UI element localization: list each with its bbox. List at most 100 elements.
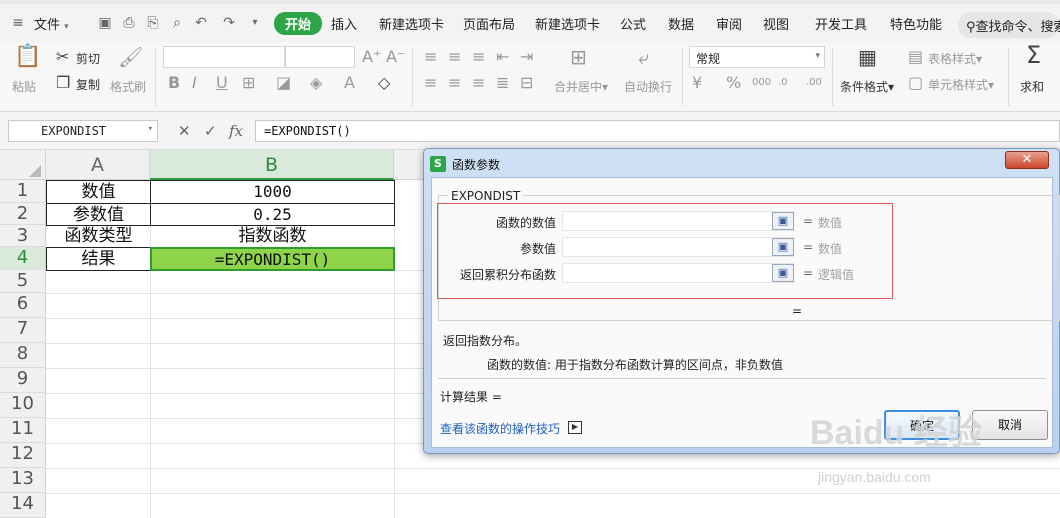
eraser-icon[interactable]: ◇	[378, 74, 390, 92]
increase-decimal-icon[interactable]: .0	[778, 74, 788, 92]
justify-icon[interactable]: ≣	[496, 74, 509, 92]
arg-input-lambda[interactable]	[562, 237, 794, 257]
wrap-text-button[interactable]: 自动换行	[624, 78, 672, 95]
tab-view[interactable]: 视图	[763, 14, 789, 33]
row-header[interactable]: 7	[0, 318, 46, 343]
range-select-button[interactable]: ▣	[772, 212, 794, 230]
cell-style-icon[interactable]: ▢	[908, 74, 923, 92]
cell-a4[interactable]: 结果	[46, 247, 151, 271]
search-box[interactable]: ⚲查找命令、搜索	[958, 12, 1060, 38]
thousands-icon[interactable]: 000	[752, 74, 771, 92]
video-tip-icon[interactable]: ▶	[568, 421, 582, 434]
align-middle-icon[interactable]: ≡	[448, 48, 461, 66]
table-style-button[interactable]: 表格样式▾	[928, 50, 982, 67]
font-grow-icon[interactable]: A⁺	[362, 48, 381, 66]
cell-a2[interactable]: 参数值	[46, 203, 151, 226]
redo-icon[interactable]: ↷	[221, 15, 237, 31]
function-help-link[interactable]: 查看该函数的操作技巧	[440, 420, 560, 437]
merge-center-icon[interactable]: ⊞	[570, 47, 587, 67]
dialog-titlebar[interactable]: S 函数参数 ✕	[424, 149, 1059, 175]
menu-icon[interactable]: ≡	[10, 15, 26, 31]
tab-page-layout[interactable]: 页面布局	[463, 14, 515, 33]
formula-input[interactable]: =EXPONDIST()	[255, 120, 1060, 142]
number-format-select[interactable]: 常规 ▾	[689, 46, 825, 68]
row-header[interactable]: 13	[0, 468, 46, 493]
conditional-format-icon[interactable]: ▦	[858, 47, 877, 67]
align-bottom-icon[interactable]: ≡	[472, 48, 485, 66]
font-shrink-icon[interactable]: A⁻	[386, 48, 405, 66]
row-header[interactable]: 3	[0, 225, 46, 247]
tab-review[interactable]: 审阅	[716, 14, 742, 33]
align-top-icon[interactable]: ≡	[424, 48, 437, 66]
copy-icon[interactable]: ❐	[56, 74, 70, 92]
row-header[interactable]: 5	[0, 270, 46, 293]
arg-input-number[interactable]	[562, 211, 794, 231]
font-color-icon[interactable]: A	[344, 74, 355, 92]
tab-home[interactable]: 开始	[274, 12, 323, 35]
decrease-decimal-icon[interactable]: .00	[806, 74, 822, 92]
sum-button[interactable]: 求和	[1020, 78, 1044, 95]
border-icon[interactable]: ⊞	[242, 74, 255, 92]
sum-icon[interactable]: Σ	[1026, 43, 1041, 67]
customize-dropdown-icon[interactable]: ▾	[247, 15, 263, 31]
wrap-text-icon[interactable]: ⤶	[638, 47, 649, 67]
row-header[interactable]: 1	[0, 180, 46, 203]
row-header[interactable]: 6	[0, 293, 46, 318]
align-left-icon[interactable]: ≡	[424, 74, 437, 92]
tab-special[interactable]: 特色功能	[890, 14, 942, 33]
format-painter-button[interactable]: 格式刷	[110, 78, 146, 95]
select-all-corner[interactable]	[0, 150, 46, 180]
name-box[interactable]: EXPONDIST ▾	[8, 120, 158, 142]
paste-button[interactable]: 粘贴	[12, 78, 36, 95]
tab-developer[interactable]: 开发工具	[815, 14, 867, 33]
highlight-icon[interactable]: ◈	[310, 74, 322, 92]
tab-insert[interactable]: 插入	[331, 14, 357, 33]
align-center-icon[interactable]: ≡	[448, 74, 461, 92]
table-style-icon[interactable]: ▤	[908, 48, 923, 66]
scissors-icon[interactable]: ✂	[56, 48, 69, 66]
column-header-b[interactable]: B	[150, 150, 394, 180]
print-preview-icon[interactable]: ⎙	[121, 15, 137, 31]
cell-a1[interactable]: 数值	[46, 180, 151, 204]
row-header[interactable]: 14	[0, 493, 46, 518]
chevron-down-icon[interactable]: ▾	[148, 124, 153, 134]
paste-icon[interactable]: 📋	[14, 46, 41, 68]
close-button[interactable]: ✕	[1005, 151, 1049, 169]
copy-button[interactable]: 复制	[76, 76, 100, 93]
cell-a3[interactable]: 函数类型	[46, 225, 151, 248]
cell-style-button[interactable]: 单元格样式▾	[928, 76, 994, 93]
range-select-button[interactable]: ▣	[772, 264, 794, 282]
preview-icon[interactable]: ⌕	[169, 15, 185, 31]
row-header[interactable]: 4	[0, 247, 46, 270]
cancel-button[interactable]: 取消	[972, 410, 1048, 440]
row-header[interactable]: 11	[0, 418, 46, 443]
align-right-icon[interactable]: ≡	[472, 74, 485, 92]
tab-formulas[interactable]: 公式	[620, 14, 646, 33]
cell-b4-active[interactable]: =EXPONDIST()	[150, 247, 395, 271]
distribute-icon[interactable]: ⊟	[520, 74, 533, 92]
file-menu[interactable]: 文件 ▾	[34, 14, 69, 33]
indent-decrease-icon[interactable]: ⇤	[496, 48, 509, 66]
conditional-format-button[interactable]: 条件格式▾	[840, 78, 894, 95]
range-select-button[interactable]: ▣	[772, 238, 794, 256]
confirm-icon[interactable]: ✓	[204, 122, 217, 140]
fill-icon[interactable]: ◪	[276, 74, 291, 92]
indent-increase-icon[interactable]: ⇥	[520, 48, 533, 66]
font-size-select[interactable]	[285, 46, 355, 68]
underline-icon[interactable]: U	[216, 74, 228, 92]
insert-function-button[interactable]: fx	[229, 122, 243, 140]
bold-icon[interactable]: B	[168, 74, 180, 92]
print-icon[interactable]: ⎘	[145, 15, 161, 31]
cell-b1[interactable]: 1000	[150, 180, 395, 204]
row-header[interactable]: 8	[0, 343, 46, 368]
column-header-a[interactable]: A	[46, 150, 150, 180]
merge-center-button[interactable]: 合并居中▾	[554, 78, 608, 95]
row-header[interactable]: 2	[0, 203, 46, 225]
tab-new-1[interactable]: 新建选项卡	[379, 14, 444, 33]
arg-input-cumulative[interactable]	[562, 263, 794, 283]
undo-icon[interactable]: ↶	[193, 15, 209, 31]
currency-icon[interactable]: ¥	[692, 74, 702, 92]
cancel-icon[interactable]: ✕	[178, 122, 191, 140]
font-name-select[interactable]	[163, 46, 285, 68]
cell-b2[interactable]: 0.25	[150, 203, 395, 226]
